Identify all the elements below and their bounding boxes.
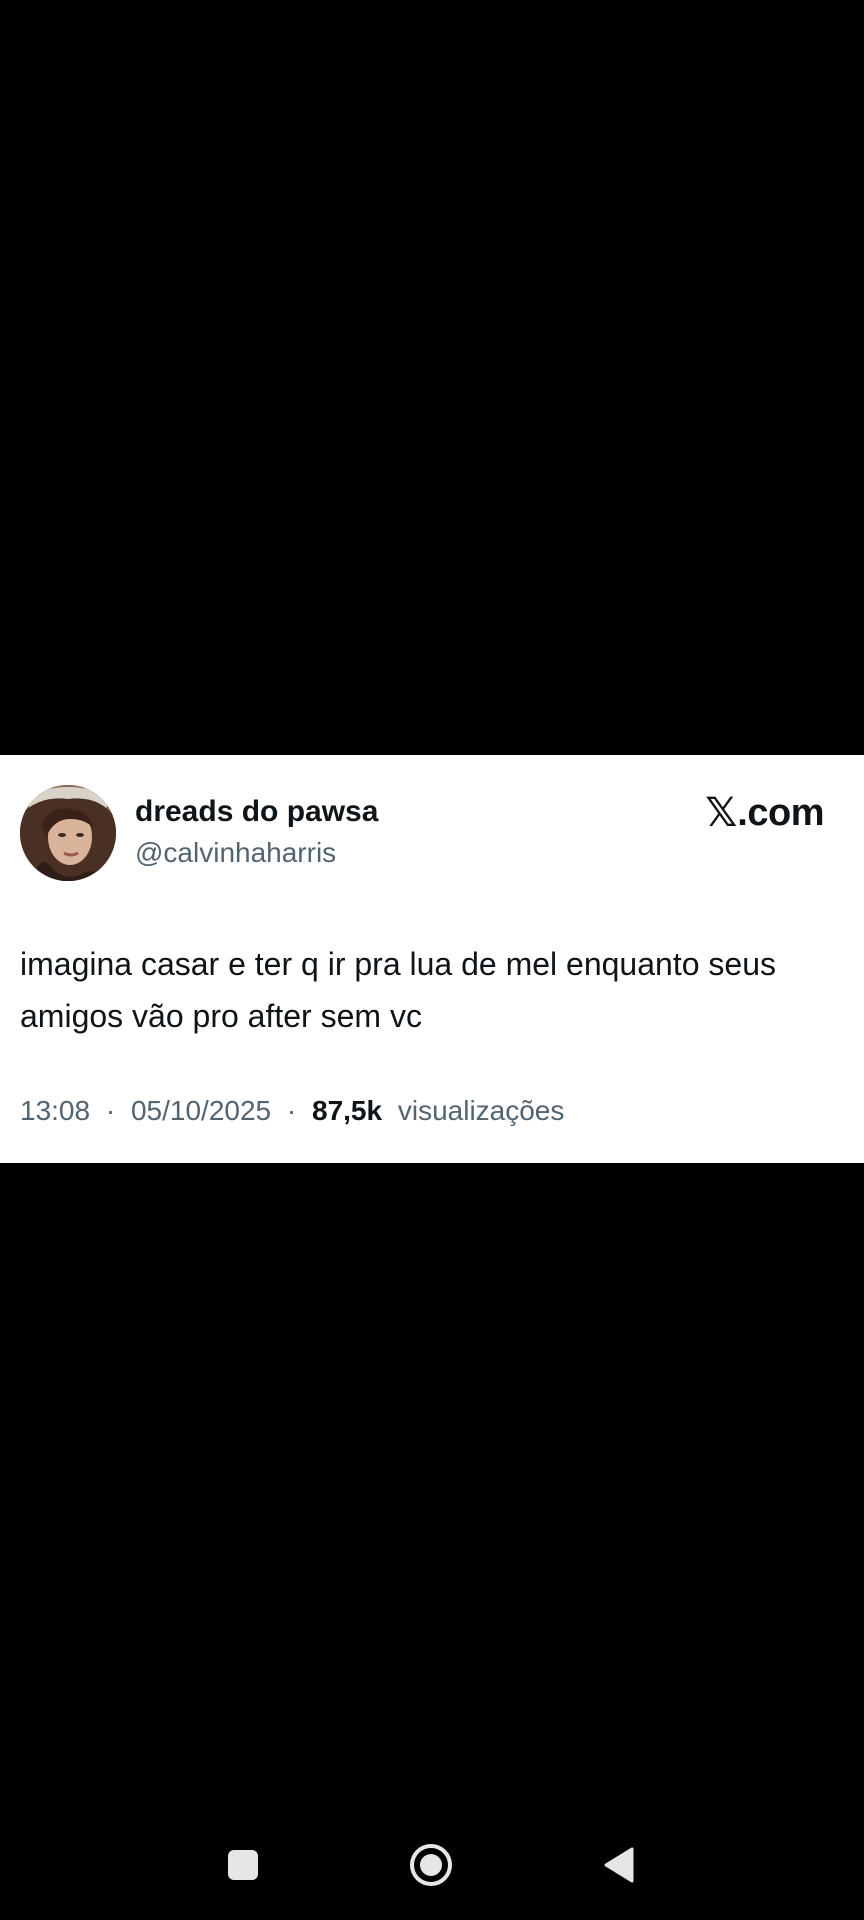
user-handle[interactable]: @calvinhaharris [135, 837, 336, 869]
brand-domain: .com [737, 792, 824, 834]
tweet-meta: 13:08 · 05/10/2025 · 87,5k visualizações [20, 1095, 564, 1127]
tweet-time[interactable]: 13:08 [20, 1095, 90, 1126]
tweet-text: imagina casar e ter q ir pra lua de mel … [20, 946, 776, 1034]
tweet-date[interactable]: 05/10/2025 [131, 1095, 271, 1126]
system-navigation-bar [0, 1810, 864, 1920]
square-recents-icon [228, 1850, 258, 1880]
meta-separator: · [105, 1095, 116, 1126]
x-logo-icon: 𝕏 [705, 790, 738, 836]
tweet-card: dreads do pawsa @calvinhaharris 𝕏 .com i… [0, 755, 864, 1163]
triangle-back-icon [604, 1847, 634, 1883]
circle-home-icon [410, 1844, 452, 1886]
meta-separator: · [286, 1095, 297, 1126]
display-name[interactable]: dreads do pawsa [135, 795, 378, 829]
home-button[interactable] [391, 1810, 471, 1920]
recents-button[interactable] [203, 1810, 283, 1920]
avatar[interactable] [20, 785, 116, 881]
avatar-image [20, 785, 116, 881]
views-count[interactable]: 87,5k [312, 1095, 382, 1126]
back-button[interactable] [579, 1810, 659, 1920]
x-com-logo: 𝕏 .com [705, 793, 824, 833]
views-label: visualizações [397, 1095, 565, 1126]
screen: dreads do pawsa @calvinhaharris 𝕏 .com i… [0, 0, 864, 1920]
